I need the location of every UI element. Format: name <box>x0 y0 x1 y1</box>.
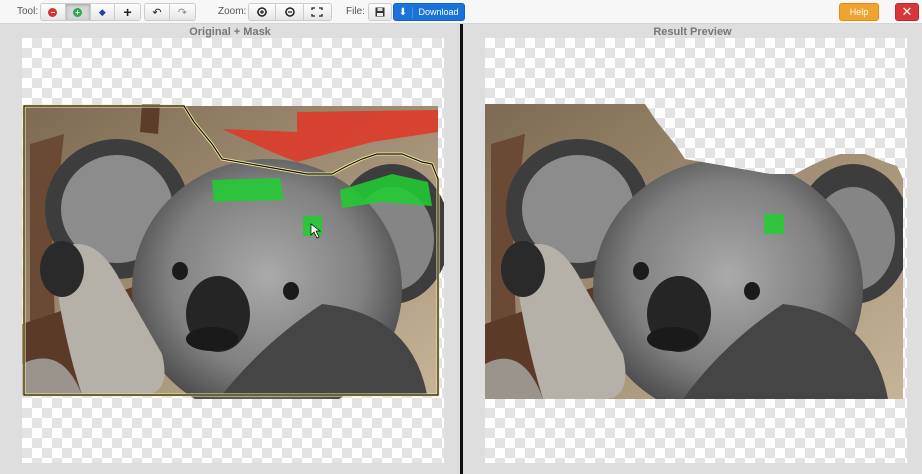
koala-photo <box>22 104 444 399</box>
save-group <box>368 3 392 21</box>
close-button[interactable]: ✕ <box>895 3 919 21</box>
keep-tool-button[interactable]: + <box>65 4 91 20</box>
history-group: ↶ ↷ <box>144 3 196 21</box>
zoom-in-icon <box>257 7 268 17</box>
tool-label: Tool: <box>17 6 39 17</box>
move-icon: + <box>123 4 132 20</box>
save-button[interactable] <box>369 4 391 20</box>
original-mask-title: Original + Mask <box>189 26 271 38</box>
keep-mask-stroke <box>764 214 784 234</box>
remove-circle-icon: − <box>48 7 58 17</box>
keep-mask-stroke <box>212 178 284 202</box>
remove-tool-button[interactable]: − <box>41 4 66 20</box>
undo-button[interactable]: ↶ <box>145 4 170 20</box>
add-circle-icon: + <box>73 7 83 17</box>
download-icon: ⬇ <box>394 6 413 18</box>
fit-screen-icon <box>311 7 323 17</box>
original-mask-panel: Original + Mask <box>0 24 460 474</box>
undo-icon: ↶ <box>152 6 162 19</box>
result-preview-title: Result Preview <box>653 26 732 38</box>
file-label: File: <box>346 6 365 17</box>
help-button[interactable]: Help <box>839 3 879 21</box>
zoom-group <box>248 3 332 21</box>
zoom-out-icon <box>284 7 295 17</box>
zoom-label: Zoom: <box>218 6 247 17</box>
result-preview-panel: Result Preview <box>463 24 922 474</box>
download-label: Download <box>418 7 459 17</box>
zoom-out-button[interactable] <box>276 4 304 20</box>
redo-icon: ↷ <box>177 6 188 19</box>
save-icon <box>375 7 385 17</box>
fit-screen-button[interactable] <box>304 4 331 20</box>
eraser-tool-button[interactable]: ◆ <box>91 4 116 20</box>
move-tool-button[interactable]: + <box>115 4 140 20</box>
zoom-in-button[interactable] <box>249 4 277 20</box>
tool-group: − + ◆ + <box>40 3 141 21</box>
redo-button[interactable]: ↷ <box>170 4 195 20</box>
close-icon: ✕ <box>901 4 913 19</box>
download-button[interactable]: ⬇ Download <box>393 3 465 21</box>
eraser-icon: ◆ <box>98 6 106 17</box>
toolbar: Tool: − + ◆ + ↶ ↷ Zoom: File: ⬇ Download… <box>0 0 922 24</box>
koala-cutout <box>485 104 903 399</box>
result-preview-canvas <box>485 104 903 399</box>
mask-editor-canvas[interactable] <box>22 104 444 399</box>
